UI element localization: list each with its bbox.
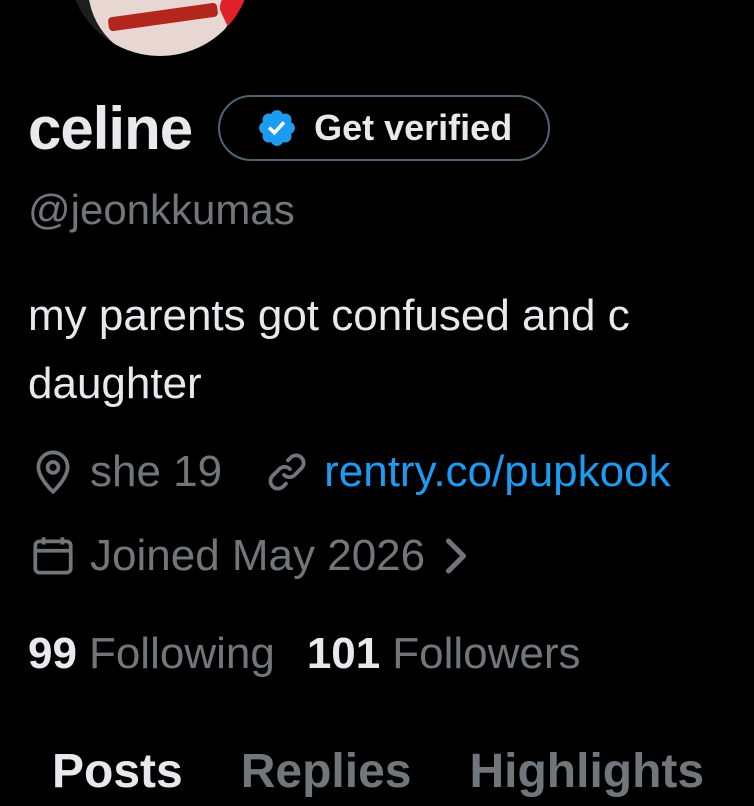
chevron-right-icon xyxy=(446,538,467,574)
verified-badge-icon xyxy=(259,110,296,146)
profile-handle: @jeonkkumas xyxy=(28,186,295,233)
profile-tabs: Posts Replies Highlights xyxy=(0,736,754,806)
followers-label: Followers xyxy=(392,629,581,678)
location-pin-icon xyxy=(36,450,70,495)
tab-replies[interactable]: Replies xyxy=(241,744,412,799)
tab-highlights[interactable]: Highlights xyxy=(469,744,704,799)
following-label: Following xyxy=(88,629,275,678)
bio-line-1: my parents got confused and c xyxy=(28,291,630,340)
joined-text: Joined May 2026 xyxy=(90,531,426,580)
avatar[interactable] xyxy=(64,0,256,60)
followers-count: 101 xyxy=(306,629,381,678)
location-text: she 19 xyxy=(90,447,223,496)
get-verified-label: Get verified xyxy=(314,107,513,148)
profile-bio: my parents got confused and c daughter xyxy=(28,282,754,418)
profile-meta-row: she 19 rentry.co/pupkook xyxy=(28,442,671,502)
website-link[interactable]: rentry.co/pupkook xyxy=(324,447,670,497)
followers-link[interactable]: 101 Followers xyxy=(307,629,581,679)
link-icon xyxy=(268,453,306,491)
profile-name-row: celine Get verified xyxy=(28,92,551,164)
joined-row: Joined May 2026 xyxy=(28,526,471,586)
following-link[interactable]: 99 Following xyxy=(28,629,275,679)
follow-stats: 99 Following 101 Followers xyxy=(28,622,581,686)
tab-posts[interactable]: Posts xyxy=(52,744,183,799)
get-verified-button[interactable]: Get verified xyxy=(218,95,551,161)
display-name: celine xyxy=(28,94,193,162)
joined-date-button[interactable]: Joined May 2026 xyxy=(28,531,471,581)
calendar-icon xyxy=(33,537,73,575)
bio-line-2: daughter xyxy=(28,359,202,408)
following-count: 99 xyxy=(28,629,77,678)
